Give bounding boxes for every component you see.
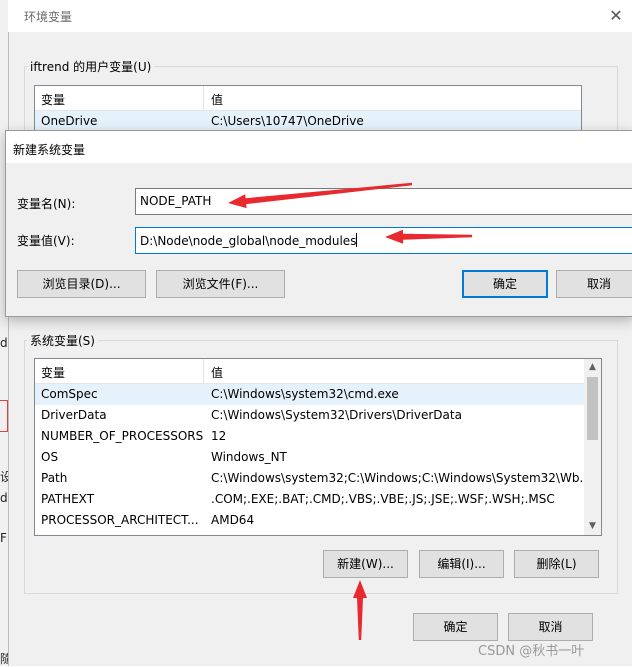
arrow-to-variable-value xyxy=(385,229,472,244)
watermark: CSDN @秋书一叶 xyxy=(478,644,585,659)
arrow-to-new-button xyxy=(353,580,367,640)
arrow-to-variable-name xyxy=(228,182,413,209)
annotation-arrow-group xyxy=(228,182,472,640)
annotation-arrows xyxy=(228,182,472,640)
